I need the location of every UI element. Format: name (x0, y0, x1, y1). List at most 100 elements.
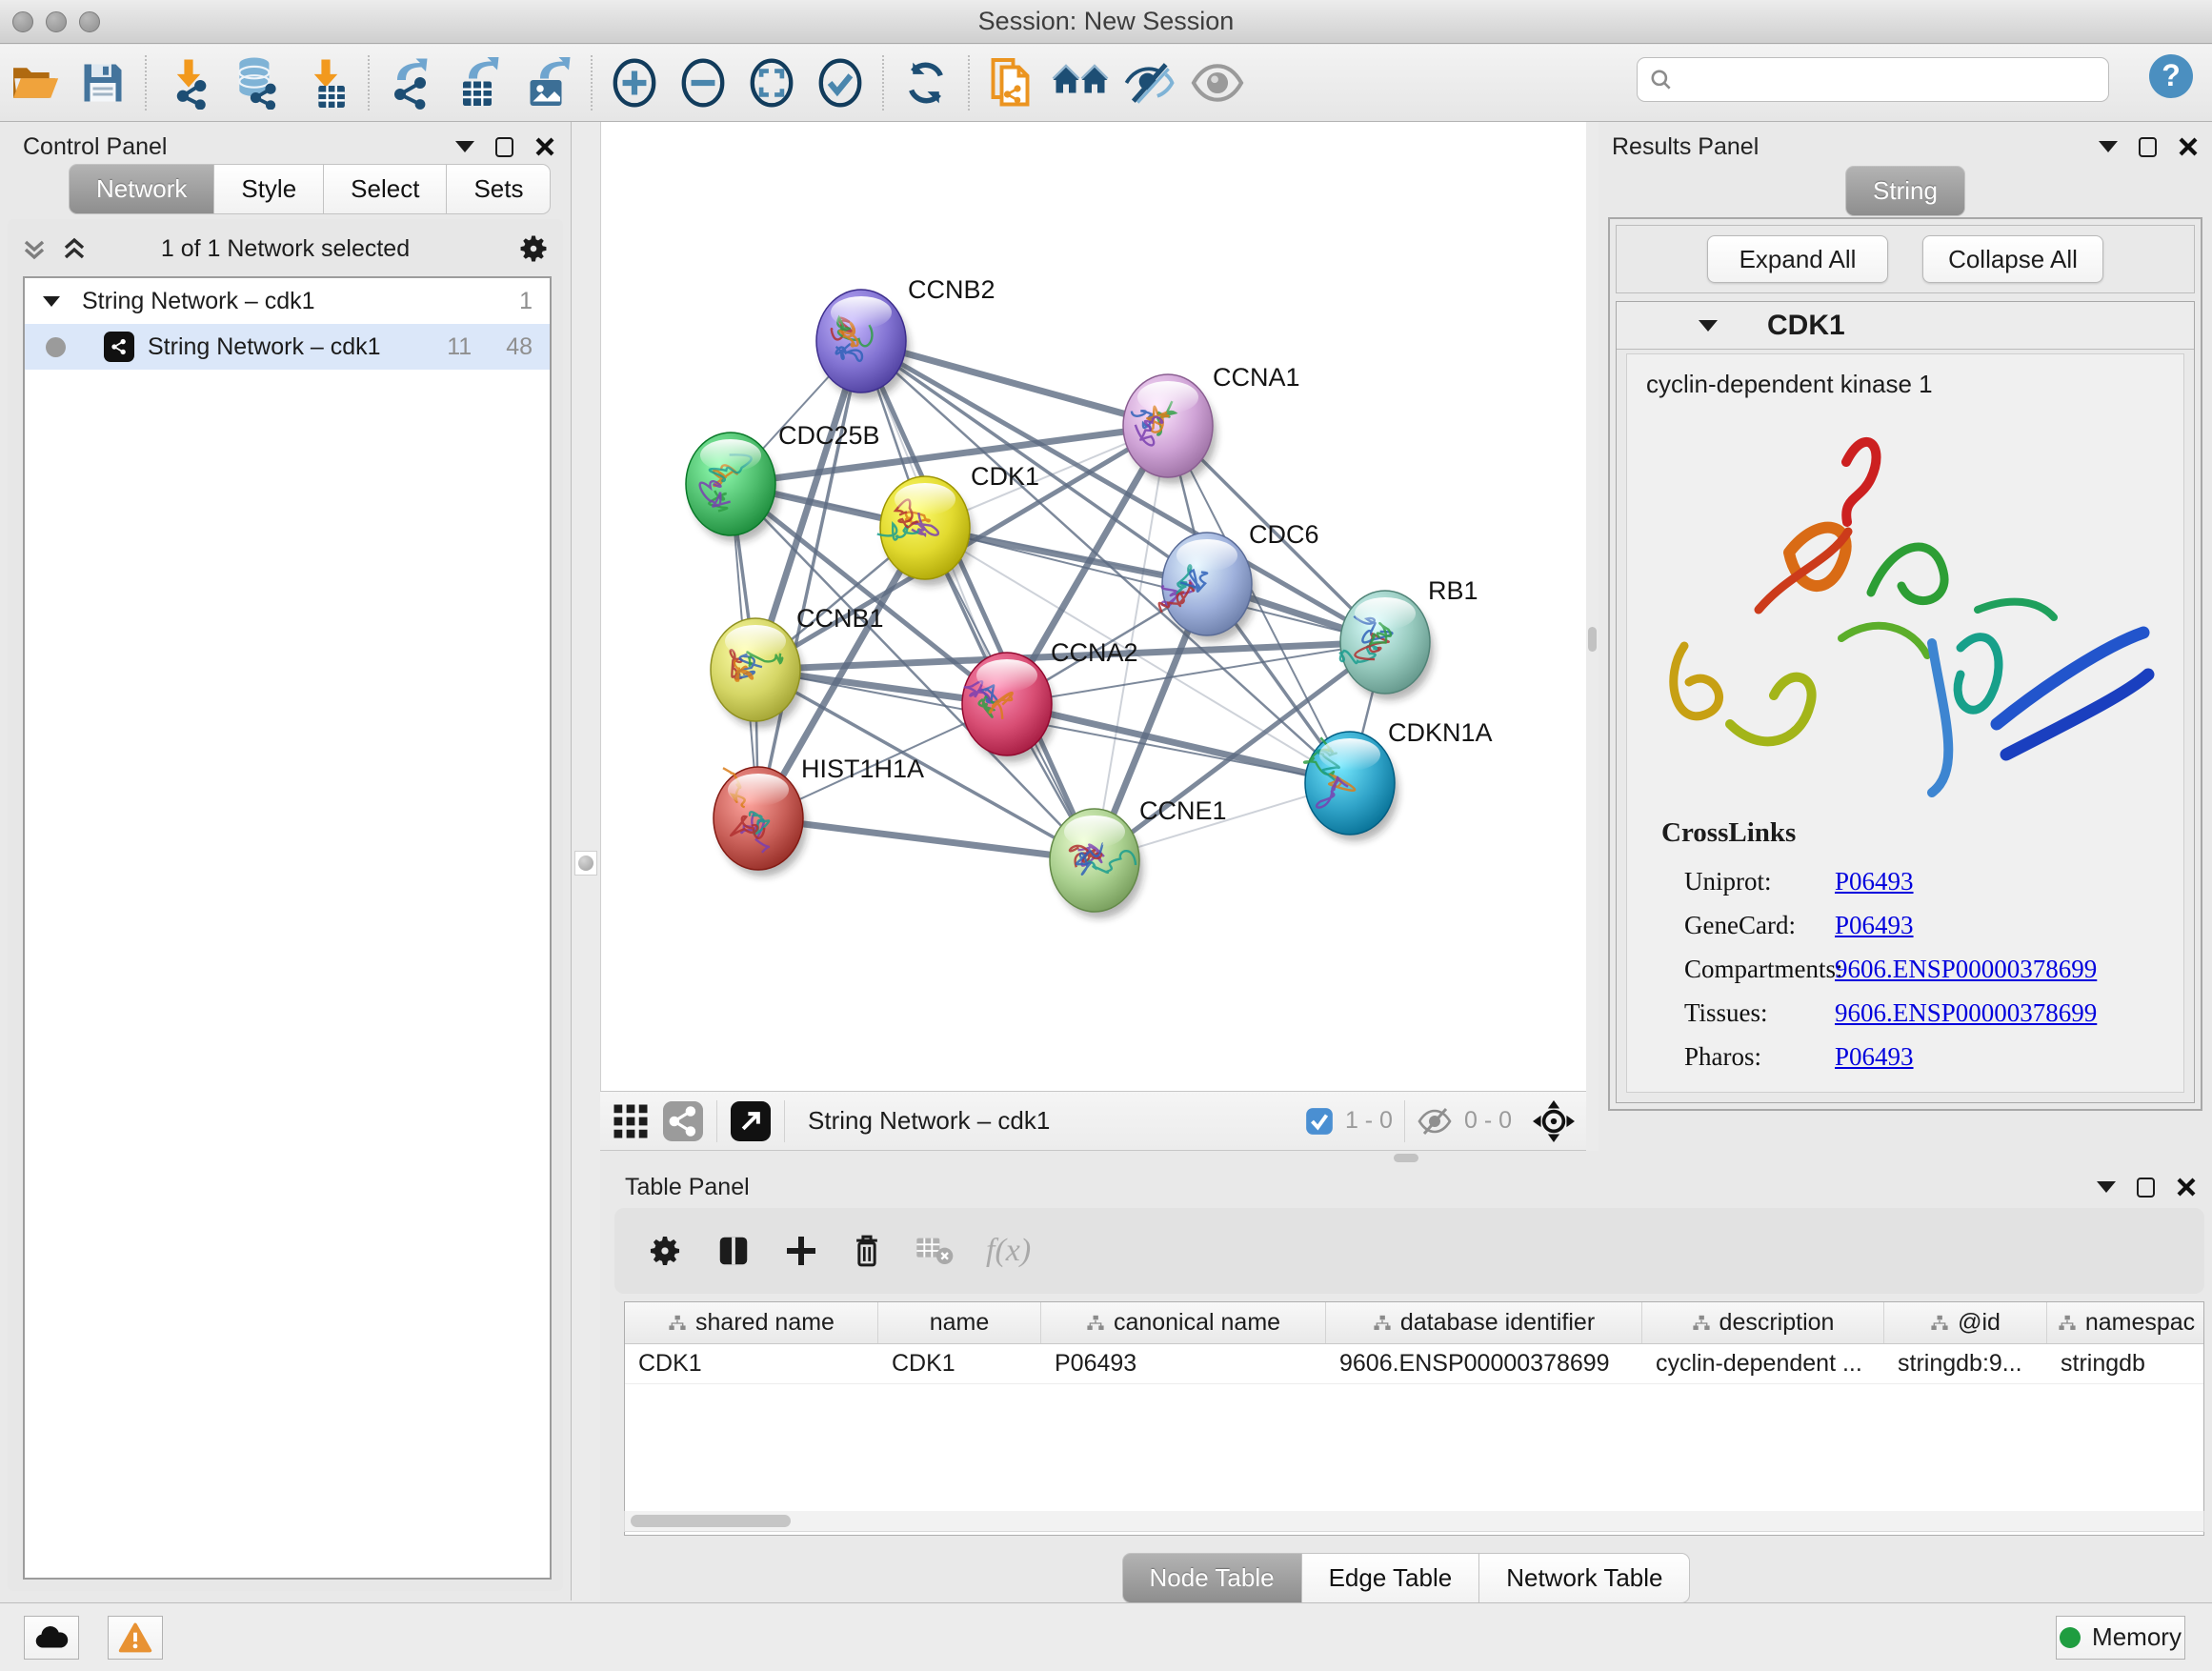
network-badge-icon[interactable] (663, 1101, 703, 1141)
column-header-namespac[interactable]: namespac (2047, 1302, 2204, 1343)
network-node-rb1[interactable] (1339, 591, 1434, 700)
network-node-ccnb1[interactable] (711, 618, 804, 728)
network-canvas[interactable]: CCNB2CCNA1CDC25BCDK1CDC6RB1CCNB1CCNA2CDK… (600, 122, 1586, 1091)
table-h-scrollbar[interactable] (624, 1511, 2204, 1532)
open-in-window-icon[interactable] (731, 1101, 771, 1141)
column-header-canonical-name[interactable]: canonical name (1041, 1302, 1326, 1343)
scrollbar-thumb[interactable] (631, 1515, 791, 1527)
network-edge[interactable] (758, 341, 861, 818)
crosslink-value[interactable]: P06493 (1835, 867, 1914, 896)
collapse-all-button[interactable]: Collapse All (1922, 235, 2103, 283)
network-edge[interactable] (758, 818, 1095, 860)
save-session-button[interactable] (69, 52, 137, 113)
panel-float-icon[interactable] (2139, 137, 2157, 157)
network-node-cdc6[interactable] (1159, 533, 1256, 642)
search-box[interactable] (1637, 57, 2109, 102)
tab-string[interactable]: String (1845, 166, 1965, 216)
zoom-selected-button[interactable] (806, 52, 875, 113)
tab-network[interactable]: Network (69, 164, 214, 214)
fit-content-button[interactable] (737, 52, 806, 113)
table-cell[interactable]: CDK1 (625, 1344, 878, 1383)
tab-network-table[interactable]: Network Table (1479, 1553, 1690, 1603)
zoom-out-button[interactable] (669, 52, 737, 113)
splitter-handle[interactable] (574, 851, 597, 876)
import-table-button[interactable] (292, 52, 360, 113)
network-tree-child-row[interactable]: String Network – cdk1 11 48 (25, 324, 550, 370)
tab-sets[interactable]: Sets (447, 164, 551, 214)
help-button[interactable]: ? (2147, 52, 2195, 100)
export-table-button[interactable] (446, 52, 514, 113)
table-cell[interactable]: cyclin-dependent ... (1642, 1344, 1884, 1383)
move-crosshair-icon[interactable] (1533, 1100, 1575, 1142)
right-splitter[interactable] (1586, 122, 1599, 1151)
table-cell[interactable]: P06493 (1041, 1344, 1326, 1383)
panel-menu-icon[interactable] (2097, 1181, 2116, 1193)
table-row[interactable]: CDK1CDK1P064939606.ENSP00000378699cyclin… (625, 1344, 2203, 1384)
warnings-button[interactable] (108, 1616, 163, 1660)
show-hide-panels-button[interactable] (977, 52, 1046, 113)
network-edge[interactable] (1007, 704, 1350, 783)
column-header-shared-name[interactable]: shared name (625, 1302, 878, 1343)
selected-checkbox-icon[interactable] (1305, 1107, 1334, 1136)
hide-selected-button[interactable] (1115, 52, 1183, 113)
memory-button[interactable]: Memory (2056, 1616, 2185, 1660)
zoom-in-button[interactable] (600, 52, 669, 113)
tab-select[interactable]: Select (324, 164, 447, 214)
horizontal-splitter[interactable] (600, 1151, 2212, 1164)
refresh-view-button[interactable] (892, 52, 960, 113)
column-header-database-identifier[interactable]: database identifier (1326, 1302, 1642, 1343)
network-node-ccne1[interactable] (1050, 809, 1143, 918)
table-cell[interactable]: stringdb (2047, 1344, 2204, 1383)
expand-all-button[interactable]: Expand All (1707, 235, 1888, 283)
crosslink-value[interactable]: 9606.ENSP00000378699 (1835, 998, 2097, 1028)
table-options-gear-icon[interactable] (647, 1233, 683, 1269)
entry-expander-icon[interactable] (1699, 320, 1718, 332)
network-node-cdc25b[interactable] (686, 433, 779, 542)
search-input[interactable] (1681, 66, 2108, 93)
cloud-status-button[interactable] (24, 1616, 79, 1660)
add-column-icon[interactable] (784, 1234, 818, 1268)
birds-eye-view-icon[interactable] (612, 1102, 650, 1140)
table-cell[interactable]: stringdb:9... (1884, 1344, 2047, 1383)
network-tree-root-row[interactable]: String Network – cdk1 1 (25, 278, 550, 324)
network-node-hist1h1a[interactable] (714, 767, 807, 876)
gene-entry-header[interactable]: CDK1 (1617, 302, 2194, 350)
column-header-description[interactable]: description (1642, 1302, 1884, 1343)
function-builder-icon[interactable]: f(x) (986, 1233, 1031, 1269)
network-node-cdk1[interactable] (877, 476, 974, 586)
import-network-file-button[interactable] (154, 52, 223, 113)
table-cell[interactable]: 9606.ENSP00000378699 (1326, 1344, 1642, 1383)
panel-float-icon[interactable] (495, 137, 513, 157)
open-session-button[interactable] (0, 52, 69, 113)
apps-home-button[interactable] (1046, 52, 1115, 113)
show-columns-icon[interactable] (715, 1233, 752, 1269)
crosslink-value[interactable]: P06493 (1835, 911, 1914, 940)
show-all-button[interactable] (1183, 52, 1252, 113)
delete-table-icon[interactable] (915, 1236, 954, 1266)
column-header-name[interactable]: name (878, 1302, 1041, 1343)
node-table[interactable]: shared namenamecanonical namedatabase id… (624, 1301, 2204, 1536)
tab-style[interactable]: Style (214, 164, 324, 214)
export-image-button[interactable] (514, 52, 583, 113)
network-node-ccna1[interactable] (1123, 374, 1217, 484)
panel-close-icon[interactable] (2178, 136, 2199, 157)
network-node-ccnb2[interactable] (816, 290, 910, 399)
hidden-eye-slash-icon[interactable] (1417, 1107, 1453, 1136)
column-header-@id[interactable]: @id (1884, 1302, 2047, 1343)
tree-expander-icon[interactable] (42, 293, 61, 309)
panel-float-icon[interactable] (2137, 1178, 2155, 1198)
panel-menu-icon[interactable] (2099, 141, 2118, 152)
network-node-cdkn1a[interactable] (1304, 732, 1398, 841)
crosslink-value[interactable]: 9606.ENSP00000378699 (1835, 955, 2097, 984)
tab-node-table[interactable]: Node Table (1122, 1553, 1302, 1603)
splitter-handle[interactable] (1588, 627, 1597, 652)
export-network-button[interactable] (377, 52, 446, 113)
panel-close-icon[interactable] (534, 136, 555, 157)
tab-edge-table[interactable]: Edge Table (1302, 1553, 1480, 1603)
panel-menu-icon[interactable] (455, 141, 474, 152)
import-network-database-button[interactable] (223, 52, 292, 113)
network-options-gear-icon[interactable] (517, 232, 550, 265)
delete-column-icon[interactable] (851, 1233, 883, 1269)
crosslink-value[interactable]: P06493 (1835, 1042, 1914, 1072)
table-cell[interactable]: CDK1 (878, 1344, 1041, 1383)
